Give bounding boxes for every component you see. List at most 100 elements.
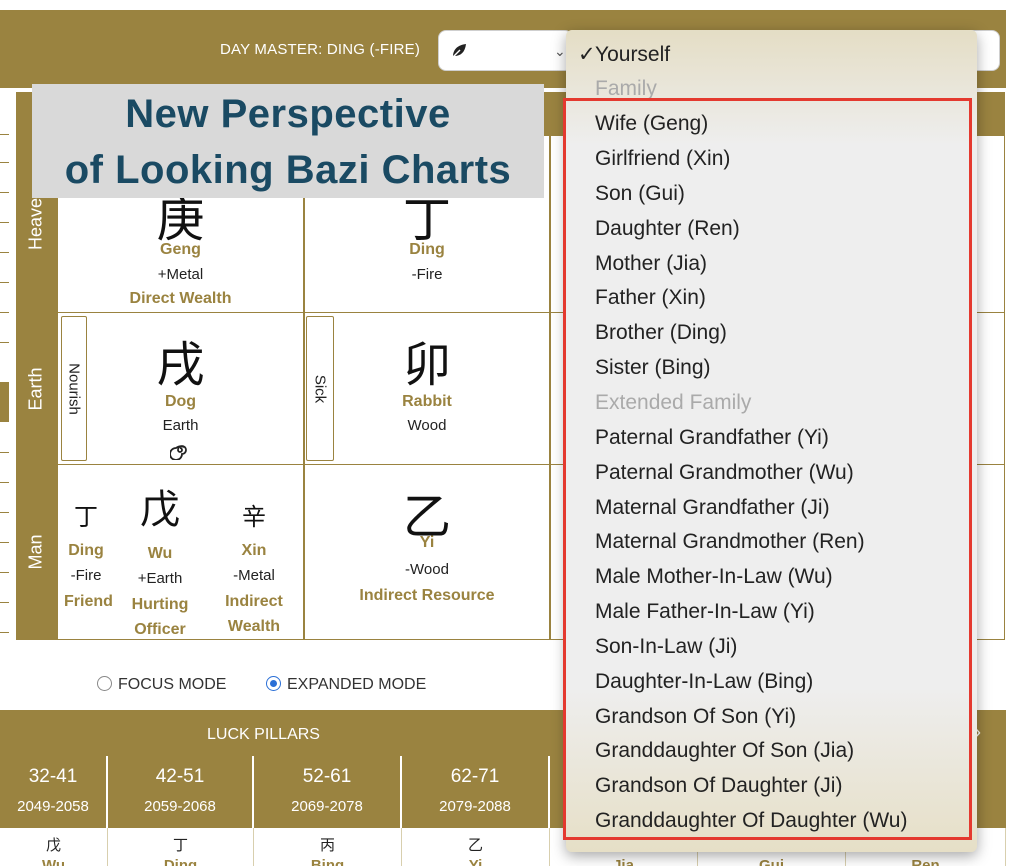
luck-stem-char: 乙: [467, 836, 483, 854]
earth-branch-element: Earth: [162, 417, 199, 434]
option-extended[interactable]: Paternal Grandmother (Wu): [595, 461, 854, 485]
option-family[interactable]: Girlfriend (Xin): [595, 147, 730, 171]
luck-age: 62-71: [450, 766, 500, 787]
option-family[interactable]: Brother (Ding): [595, 321, 727, 345]
hidden-stem-god: Indirect Resource: [359, 587, 495, 604]
hidden-stem-element: -Metal: [233, 567, 275, 584]
leaf-icon: [451, 44, 466, 59]
option-extended[interactable]: Paternal Grandfather (Yi): [595, 426, 829, 450]
banner-line-2: of Looking Bazi Charts: [64, 148, 512, 192]
heaven-stem-pinyin: Ding: [409, 241, 445, 258]
earth-pillar-2[interactable]: Sick 卯 Rabbit Wood: [305, 313, 549, 464]
option-extended[interactable]: Male Mother-In-Law (Wu): [595, 565, 833, 589]
hidden-stem-god: Friend: [64, 593, 113, 610]
hidden-stem-char: 戊: [140, 487, 180, 533]
row-label-man-text: Man: [25, 534, 46, 570]
hidden-stem-pinyin: Ding: [68, 542, 104, 559]
option-extended[interactable]: Granddaughter Of Daughter (Wu): [595, 809, 907, 833]
hidden-stem-pinyin: Xin: [241, 542, 267, 559]
focus-mode-radio[interactable]: [97, 676, 112, 691]
luck-stem-2: 丁 Ding: [108, 828, 254, 866]
earth-branch-animal: Rabbit: [402, 393, 452, 410]
focus-mode-option[interactable]: FOCUS MODE: [97, 676, 226, 694]
option-extended[interactable]: Maternal Grandmother (Ren): [595, 530, 865, 554]
man-pillar-1[interactable]: 丁 Ding -Fire Friend 戊 Wu +Earth Hurting …: [58, 465, 303, 639]
option-extended[interactable]: Grandson Of Son (Yi): [595, 705, 796, 729]
day-master-select[interactable]: ⌄: [438, 30, 573, 71]
checkmark-icon: ✓: [578, 43, 596, 66]
hidden-stem-element: +Earth: [137, 570, 183, 587]
expanded-mode-label: EXPANDED MODE: [287, 676, 427, 693]
option-family[interactable]: Sister (Bing): [595, 356, 711, 380]
earth-branch-element: Wood: [407, 417, 447, 434]
left-edge-strip: [0, 92, 9, 648]
option-family[interactable]: Son (Gui): [595, 182, 685, 206]
row-label-earth: Earth: [16, 313, 56, 464]
chevron-down-icon: ⌄: [554, 43, 566, 59]
luck-stem-pinyin: Jia: [613, 857, 634, 866]
luck-stem-1: 戊 Wu: [0, 828, 108, 866]
luck-years: 2059-2068: [144, 798, 216, 815]
day-master-label: DAY MASTER: DING (-FIRE): [220, 41, 421, 58]
expanded-mode-radio[interactable]: [266, 676, 281, 691]
relationship-dropdown-menu[interactable]: ✓Yourself Family Wife (Geng) Girlfriend …: [566, 30, 977, 852]
group-family: Family: [595, 77, 657, 100]
expanded-mode-option[interactable]: EXPANDED MODE: [266, 676, 426, 694]
hidden-stem-char: 丁: [74, 503, 98, 531]
row-label-man: Man: [16, 465, 56, 639]
earth-branch-animal: Dog: [164, 393, 197, 410]
option-yourself[interactable]: ✓Yourself: [578, 42, 670, 67]
row-label-earth-text: Earth: [25, 366, 46, 411]
luck-stem-pinyin: Yi: [468, 857, 483, 866]
hidden-stem-god: Hurting Officer: [131, 596, 189, 638]
option-extended[interactable]: Maternal Grandfather (Ji): [595, 496, 830, 520]
hidden-stem-pinyin: Wu: [147, 545, 173, 562]
luck-pillars-title: LUCK PILLARS: [207, 726, 320, 743]
option-extended[interactable]: Son-In-Law (Ji): [595, 635, 737, 659]
luck-stem-3: 丙 Bing: [254, 828, 402, 866]
luck-age: 32-41: [28, 766, 78, 787]
heaven-stem-element: -Fire: [411, 266, 443, 283]
option-family[interactable]: Father (Xin): [595, 286, 706, 310]
option-family[interactable]: Daughter (Ren): [595, 217, 740, 241]
hidden-stem-god: Indirect Wealth: [225, 593, 283, 635]
hidden-stem-char: 辛: [242, 503, 266, 531]
luck-pillar-2[interactable]: 42-51 2059-2068: [108, 756, 254, 828]
heaven-stem-pinyin: Geng: [160, 241, 201, 258]
option-extended[interactable]: Granddaughter Of Son (Jia): [595, 739, 854, 763]
spiral-icon: [170, 445, 187, 460]
luck-years: 2049-2058: [17, 798, 89, 815]
luck-stem-pinyin: Ding: [163, 857, 198, 866]
luck-stem-char: 丁: [172, 836, 188, 854]
luck-stem-pinyin: Ren: [911, 857, 940, 866]
hidden-stem-element: -Wood: [405, 561, 449, 578]
group-extended-family: Extended Family: [595, 391, 752, 414]
luck-age: 52-61: [302, 766, 352, 787]
option-family[interactable]: Mother (Jia): [595, 252, 707, 276]
luck-stem-4: 乙 Yi: [402, 828, 550, 866]
luck-years: 2069-2078: [291, 798, 363, 815]
luck-pillar-1[interactable]: 32-41 2049-2058: [0, 756, 108, 828]
option-yourself-label: Yourself: [595, 43, 671, 66]
heaven-stem-element: +Metal: [157, 266, 204, 283]
luck-pillar-4[interactable]: 62-71 2079-2088: [402, 756, 550, 828]
hidden-stem-pinyin: Yi: [419, 534, 435, 551]
luck-stem-char: 丙: [319, 836, 335, 854]
option-extended[interactable]: Daughter-In-Law (Bing): [595, 670, 813, 694]
option-family[interactable]: Wife (Geng): [595, 112, 708, 136]
hidden-stem-2: 戊 Wu +Earth Hurting Officer: [120, 477, 200, 642]
hidden-stem-3: 辛 Xin -Metal Indirect Wealth: [214, 497, 294, 639]
luck-pillar-3[interactable]: 52-61 2069-2078: [254, 756, 402, 828]
focus-mode-label: FOCUS MODE: [118, 676, 227, 693]
row-label-heaven-text: Heave: [25, 197, 46, 251]
earth-pillar-1[interactable]: Nourish 戌 Dog Earth: [58, 313, 303, 464]
luck-years: 2079-2088: [439, 798, 511, 815]
luck-stem-char: 戊: [45, 836, 61, 854]
luck-stem-pinyin: Wu: [41, 857, 66, 866]
man-pillar-2[interactable]: 乙 Yi -Wood Indirect Resource: [305, 465, 549, 639]
earth-branch-char: 卯: [402, 337, 451, 393]
hidden-stem-1: 丁 Ding -Fire Friend: [64, 497, 113, 614]
option-extended[interactable]: Male Father-In-Law (Yi): [595, 600, 815, 624]
banner-line-1: New Perspective: [125, 92, 451, 136]
option-extended[interactable]: Grandson Of Daughter (Ji): [595, 774, 842, 798]
